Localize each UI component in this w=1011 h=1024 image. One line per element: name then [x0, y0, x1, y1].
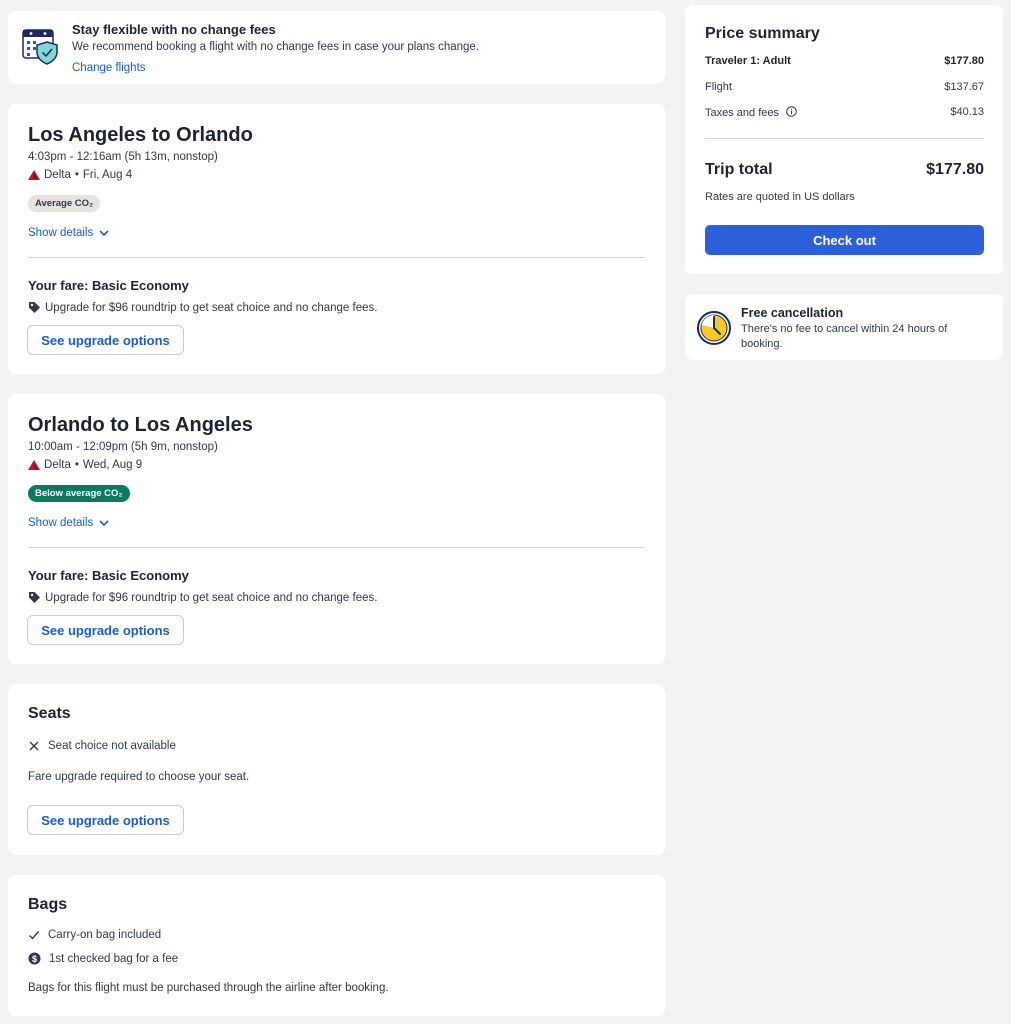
carry-on-item: Carry-on bag included — [28, 929, 161, 941]
show-details-label: Show details — [28, 517, 94, 529]
taxes-label-group: Taxes and fees — [705, 106, 797, 119]
svg-text:$: $ — [32, 954, 37, 964]
flight-time: 4:03pm - 12:16am (5h 13m, nonstop) — [28, 151, 218, 163]
bags-card: Bags Carry-on bag included $ 1st checked… — [8, 875, 665, 1016]
info-icon[interactable] — [786, 106, 797, 117]
seats-card: Seats Seat choice not available Fare upg… — [8, 684, 665, 855]
delta-logo-icon — [28, 460, 40, 470]
divider — [28, 547, 645, 548]
taxes-row: Taxes and fees $40.13 — [705, 106, 984, 119]
taxes-label: Taxes and fees — [705, 107, 779, 119]
clock-icon — [697, 311, 731, 345]
seat-choice-text: Seat choice not available — [48, 740, 176, 752]
flight-date: Wed, Aug 9 — [82, 459, 143, 471]
bags-note: Bags for this flight must be purchased t… — [28, 982, 389, 994]
checked-bag-item: $ 1st checked bag for a fee — [28, 952, 178, 965]
see-upgrade-options-button[interactable]: See upgrade options — [27, 805, 184, 835]
flight-card-outbound: Los Angeles to Orlando 4:03pm - 12:16am … — [8, 104, 665, 374]
see-upgrade-options-button[interactable]: See upgrade options — [27, 615, 184, 645]
free-cancellation-card: Free cancellation There's no fee to canc… — [685, 294, 1003, 360]
flight-airline-line: Delta • Fri, Aug 4 — [28, 169, 132, 181]
banner-title: Stay flexible with no change fees — [72, 22, 276, 37]
divider — [705, 138, 984, 139]
co2-badge: Below average CO₂ — [28, 485, 130, 502]
carry-on-text: Carry-on bag included — [48, 929, 162, 941]
airline-name: Delta — [44, 169, 71, 181]
no-change-fees-banner: Stay flexible with no change fees We rec… — [8, 11, 665, 84]
traveler-row: Traveler 1: Adult $177.80 — [705, 55, 984, 67]
co2-badge: Average CO₂ — [28, 195, 101, 212]
upgrade-info: Upgrade for $96 roundtrip to get seat ch… — [28, 591, 377, 604]
traveler-value: $177.80 — [944, 55, 984, 67]
upgrade-text: Upgrade for $96 roundtrip to get seat ch… — [45, 301, 378, 314]
divider — [28, 257, 645, 258]
flight-price-label: Flight — [705, 81, 732, 93]
free-cancellation-title: Free cancellation — [741, 306, 844, 320]
separator-dot: • — [74, 459, 79, 471]
separator-dot: • — [74, 169, 79, 181]
upgrade-text: Upgrade for $96 roundtrip to get seat ch… — [45, 591, 378, 604]
dollar-circle-icon: $ — [28, 952, 41, 965]
flight-title: Orlando to Los Angeles — [28, 414, 253, 436]
checked-bag-text: 1st checked bag for a fee — [49, 952, 179, 965]
show-details-toggle[interactable]: Show details — [28, 227, 109, 239]
bags-title: Bags — [28, 896, 68, 913]
checkmark-icon — [29, 931, 40, 940]
taxes-value: $40.13 — [950, 106, 984, 118]
fare-class: Your fare: Basic Economy — [28, 568, 189, 583]
fare-class: Your fare: Basic Economy — [28, 278, 189, 293]
trip-total-label: Trip total — [705, 161, 773, 178]
airline-name: Delta — [44, 459, 71, 471]
rates-note: Rates are quoted in US dollars — [705, 191, 855, 203]
tag-icon — [29, 302, 40, 313]
trip-total-row: Trip total $177.80 — [705, 161, 984, 179]
upgrade-info: Upgrade for $96 roundtrip to get seat ch… — [28, 301, 377, 314]
banner-text: We recommend booking a flight with no ch… — [72, 41, 480, 53]
flight-airline-line: Delta • Wed, Aug 9 — [28, 459, 142, 471]
flight-time: 10:00am - 12:09pm (5h 9m, nonstop) — [28, 441, 218, 453]
flight-card-return: Orlando to Los Angeles 10:00am - 12:09pm… — [8, 394, 665, 664]
flight-price-row: Flight $137.67 — [705, 81, 984, 93]
calendar-shield-icon — [22, 29, 58, 65]
seats-note: Fare upgrade required to choose your sea… — [28, 771, 250, 783]
show-details-label: Show details — [28, 227, 94, 239]
trip-total-value: $177.80 — [926, 161, 984, 178]
show-details-toggle[interactable]: Show details — [28, 517, 109, 529]
flight-date: Fri, Aug 4 — [82, 169, 133, 181]
seat-choice-item: Seat choice not available — [28, 740, 176, 752]
change-flights-link[interactable]: Change flights — [72, 62, 146, 74]
price-summary-card: Price summary Traveler 1: Adult $177.80 … — [685, 5, 1003, 274]
traveler-label: Traveler 1: Adult — [705, 55, 791, 67]
flight-title: Los Angeles to Orlando — [28, 124, 253, 146]
see-upgrade-options-button[interactable]: See upgrade options — [27, 325, 184, 355]
tag-icon — [29, 592, 40, 603]
x-icon — [29, 741, 39, 751]
seats-title: Seats — [28, 705, 71, 722]
free-cancellation-text: There's no fee to cancel within 24 hours… — [741, 323, 948, 350]
price-summary-title: Price summary — [705, 25, 820, 42]
check-out-button[interactable]: Check out — [705, 225, 984, 255]
chevron-down-icon — [99, 519, 109, 526]
delta-logo-icon — [28, 170, 40, 180]
chevron-down-icon — [99, 229, 109, 236]
flight-price-value: $137.67 — [944, 81, 984, 93]
